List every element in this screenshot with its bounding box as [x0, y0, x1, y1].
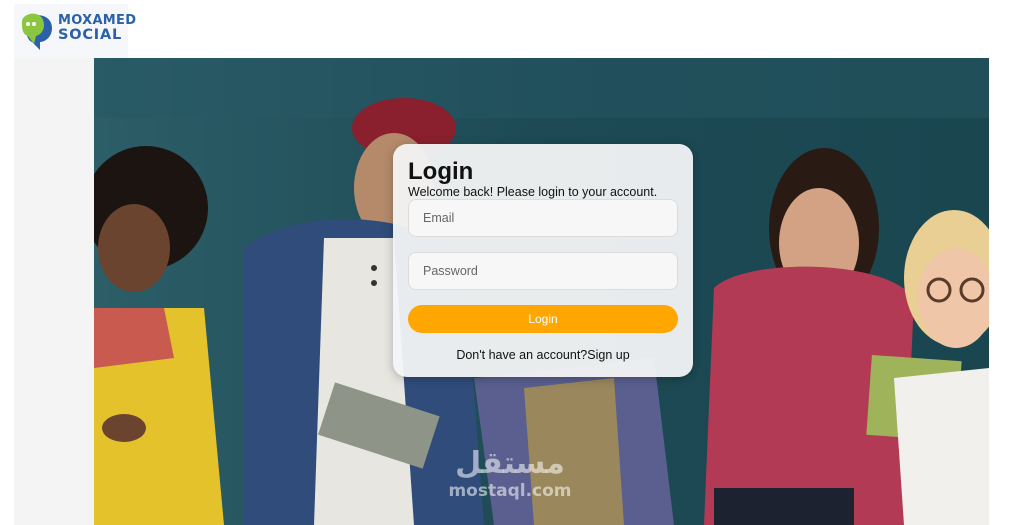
brand-name: MOXAMED SOCIAL [58, 13, 136, 43]
brand-line-1: MOXAMED [58, 13, 137, 28]
watermark: مستقل mostaql.com [430, 446, 590, 500]
brand-logo[interactable]: MOXAMED SOCIAL [14, 4, 136, 58]
login-button[interactable]: Login [408, 305, 678, 333]
watermark-arabic: مستقل [455, 446, 565, 481]
login-title: Login [408, 158, 474, 185]
login-subtitle: Welcome back! Please login to your accou… [408, 185, 658, 199]
signup-prompt-text: Don't have an account? [456, 348, 588, 362]
speech-bubble-heads-icon [22, 13, 52, 51]
login-card: Login Welcome back! Please login to your… [393, 144, 693, 377]
brand-line-2: SOCIAL [58, 27, 123, 43]
watermark-latin: mostaql.com [448, 481, 572, 501]
left-sidebar [14, 58, 94, 525]
signup-link[interactable]: Sign up [587, 348, 629, 362]
signup-prompt: Don't have an account?Sign up [393, 348, 693, 362]
email-input[interactable] [408, 199, 678, 237]
password-input[interactable] [408, 252, 678, 290]
person-left [94, 146, 224, 525]
